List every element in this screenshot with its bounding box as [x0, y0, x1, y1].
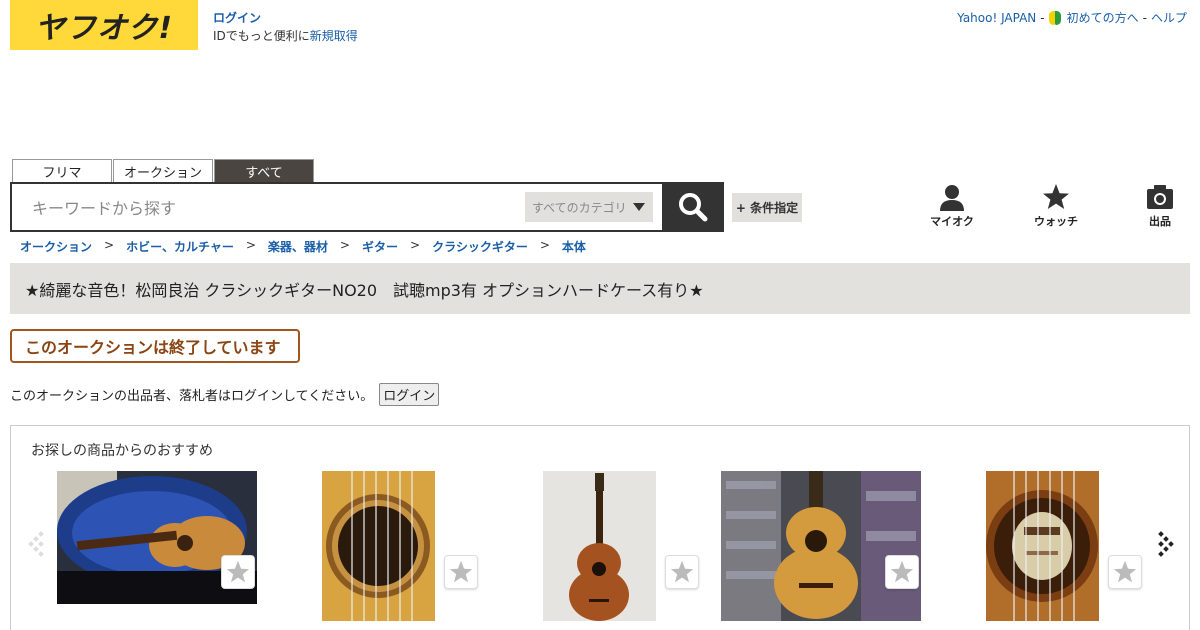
- tab-furima[interactable]: フリマ: [12, 159, 112, 182]
- tab-all[interactable]: すべて: [214, 159, 314, 182]
- breadcrumb-item[interactable]: オークション: [20, 238, 92, 255]
- register-prefix: IDでもっと便利に: [213, 29, 310, 43]
- help-link[interactable]: ヘルプ: [1151, 9, 1187, 26]
- top-link-separator: -: [1142, 10, 1147, 25]
- search-bar: すべてのカテゴリ: [10, 182, 664, 232]
- breadcrumb-separator: >: [339, 238, 350, 252]
- carousel-next-icon[interactable]: [1155, 530, 1177, 560]
- recommendation-title: お探しの商品からのおすすめ: [31, 443, 213, 459]
- login-box: ログイン IDでもっと便利に新規取得: [213, 9, 358, 45]
- register-link[interactable]: 新規取得: [310, 29, 358, 43]
- login-link[interactable]: ログイン: [213, 11, 261, 25]
- top-links: Yahoo! JAPAN - 初めての方へ - ヘルプ: [957, 9, 1187, 26]
- guitar-soundhole-photo-icon[interactable]: [322, 471, 435, 621]
- beginner-link[interactable]: 初めての方へ: [1067, 9, 1139, 26]
- star-icon: [890, 560, 914, 583]
- breadcrumb: オークション > ホビー、カルチャー > 楽器、器材 > ギター > クラシック…: [20, 238, 586, 255]
- carousel-prev-icon[interactable]: [25, 530, 47, 560]
- guitar-label-photo-icon[interactable]: [986, 471, 1099, 621]
- sell-button[interactable]: 出品: [1108, 183, 1200, 229]
- breadcrumb-item[interactable]: 楽器、器材: [268, 238, 328, 255]
- camera-icon: [1147, 185, 1173, 209]
- guitar-full-photo-icon[interactable]: [543, 471, 656, 621]
- star-icon: [226, 560, 250, 583]
- sell-label: 出品: [1149, 215, 1171, 228]
- watch-toggle-button[interactable]: [1108, 555, 1142, 589]
- caret-down-icon: [632, 203, 645, 211]
- breadcrumb-separator: >: [104, 238, 115, 252]
- person-icon: [940, 185, 964, 211]
- condition-button[interactable]: + 条件指定: [732, 193, 802, 222]
- top-link-separator: -: [1040, 10, 1045, 25]
- watch-toggle-button[interactable]: [444, 555, 478, 589]
- my-auction-label: マイオク: [930, 215, 974, 228]
- category-select[interactable]: すべてのカテゴリ: [525, 192, 653, 222]
- search-tabs: フリマ オークション すべて: [12, 159, 314, 182]
- watch-label: ウォッチ: [1034, 215, 1078, 228]
- breadcrumb-item[interactable]: ギター: [362, 238, 398, 255]
- watch-toggle-button[interactable]: [885, 555, 919, 589]
- tab-auction[interactable]: オークション: [113, 159, 213, 182]
- star-icon: [449, 560, 473, 583]
- my-auction-button[interactable]: マイオク: [900, 183, 1004, 229]
- login-notice-text: このオークションの出品者、落札者はログインしてください。: [10, 389, 374, 404]
- watch-toggle-button[interactable]: [221, 555, 255, 589]
- category-select-value: すべてのカテゴリ: [532, 200, 627, 215]
- yahoo-japan-link[interactable]: Yahoo! JAPAN: [957, 11, 1036, 25]
- watch-button[interactable]: ウォッチ: [1004, 183, 1108, 229]
- star-icon: [670, 560, 694, 583]
- breadcrumb-item[interactable]: ホビー、カルチャー: [126, 238, 234, 255]
- auction-ended-badge: このオークションは終了しています: [10, 329, 300, 363]
- yahuoku-logo[interactable]: ヤフオク!: [10, 0, 198, 50]
- search-input[interactable]: [32, 196, 512, 220]
- star-icon: [1043, 184, 1069, 209]
- nav-icons: マイオク ウォッチ 出品: [900, 183, 1200, 229]
- breadcrumb-item[interactable]: クラシックギター: [432, 238, 528, 255]
- search-button[interactable]: [662, 182, 724, 232]
- beginner-mark-icon: [1048, 10, 1061, 25]
- guitar-in-shop-photo-icon[interactable]: [721, 471, 921, 621]
- search-icon: [679, 193, 708, 222]
- watch-toggle-button[interactable]: [665, 555, 699, 589]
- login-notice: このオークションの出品者、落札者はログインしてください。 ログイン: [10, 383, 440, 406]
- recommendation-panel: お探しの商品からのおすすめ: [10, 425, 1190, 630]
- star-icon: [1113, 560, 1137, 583]
- item-title-bar: ★綺麗な音色！松岡良治 クラシックギターNO20 試聴mp3有 オプションハード…: [10, 263, 1190, 314]
- breadcrumb-item[interactable]: 本体: [562, 238, 586, 255]
- page-title: ★綺麗な音色！松岡良治 クラシックギターNO20 試聴mp3有 オプションハード…: [25, 280, 704, 300]
- breadcrumb-separator: >: [539, 238, 550, 252]
- breadcrumb-separator: >: [245, 238, 256, 252]
- breadcrumb-separator: >: [410, 238, 421, 252]
- logo-text: ヤフオク!: [34, 11, 174, 46]
- login-button[interactable]: ログイン: [379, 383, 440, 406]
